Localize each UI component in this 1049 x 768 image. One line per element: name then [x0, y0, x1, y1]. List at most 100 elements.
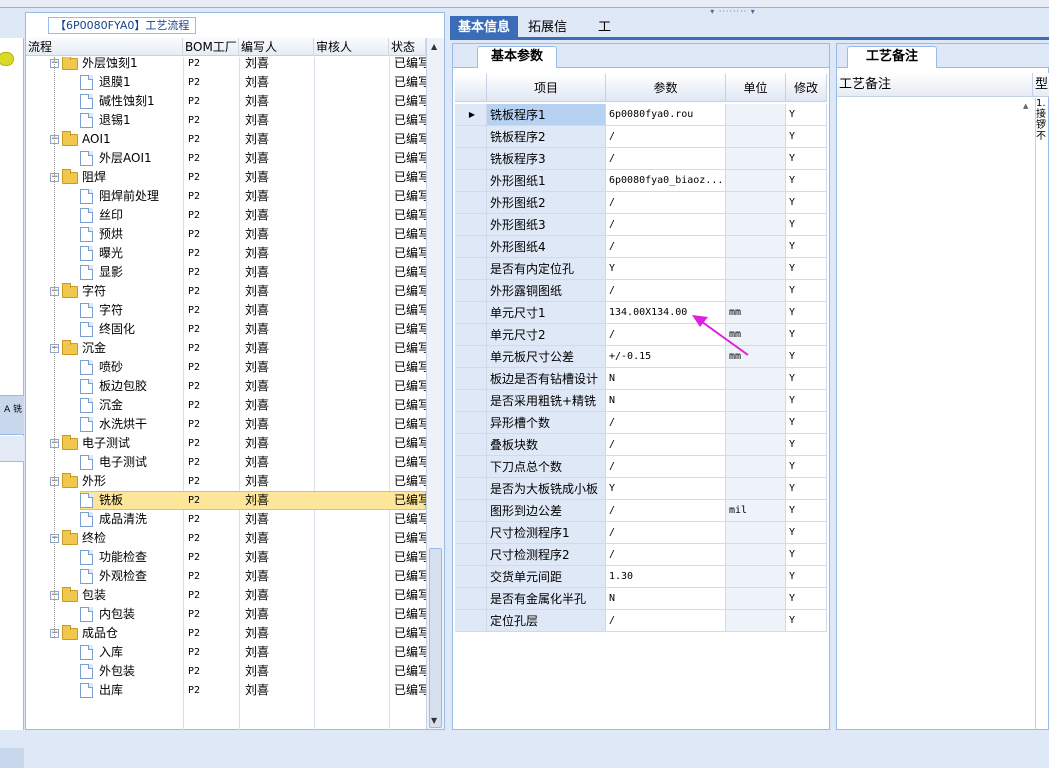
col-header-process[interactable]: 流程	[26, 38, 183, 56]
tree-row[interactable]: 铣板 P2 刘喜 已编写	[26, 491, 426, 510]
row-indicator[interactable]	[455, 500, 487, 522]
tree-scrollbar[interactable]: ▲ ▼	[426, 38, 444, 729]
row-indicator[interactable]	[455, 544, 487, 566]
row-indicator[interactable]	[455, 566, 487, 588]
col-header-bom[interactable]: BOM工厂	[183, 38, 239, 56]
col-header-reviewer[interactable]: 审核人	[314, 38, 389, 56]
col-header-author[interactable]: 编写人	[239, 38, 314, 56]
param-cell-value[interactable]: N	[606, 390, 726, 412]
row-indicator[interactable]	[455, 148, 487, 170]
param-cell-value[interactable]: /	[606, 522, 726, 544]
notes-col2-header[interactable]: 型	[1035, 73, 1049, 97]
param-cell-value[interactable]: N	[606, 588, 726, 610]
tree-row[interactable]: − 包装 P2 刘喜 已编写	[26, 586, 426, 605]
row-indicator[interactable]	[455, 236, 487, 258]
param-cell-value[interactable]: Y	[606, 258, 726, 280]
tree-row[interactable]: 成品清洗 P2 刘喜 已编写	[26, 510, 426, 529]
param-row[interactable]: 外形图纸4/ Y	[455, 236, 827, 258]
tab-work-hours[interactable]: 工时	[590, 16, 630, 59]
tree-row[interactable]: 出库 P2 刘喜 已编写	[26, 681, 426, 700]
row-indicator[interactable]	[455, 434, 487, 456]
param-cell-value[interactable]: /	[606, 610, 726, 632]
param-row[interactable]: 交货单元间距 1.30 Y	[455, 566, 827, 588]
grid-header-unit[interactable]: 单位	[726, 74, 786, 102]
row-indicator[interactable]	[455, 346, 487, 368]
param-row[interactable]: 下刀点总个数 / Y	[455, 456, 827, 478]
tree-row[interactable]: − 字符 P2 刘喜 已编写	[26, 282, 426, 301]
param-row[interactable]: 是否有金属化半孔 N Y	[455, 588, 827, 610]
tree-row[interactable]: 电子测试 P2 刘喜 已编写	[26, 453, 426, 472]
tree-row[interactable]: 退膜1 P2 刘喜 已编写	[26, 73, 426, 92]
grid-header-item[interactable]: 项目	[487, 74, 606, 102]
tab-basic-params[interactable]: 基本参数	[477, 46, 557, 68]
param-row[interactable]: 尺寸检测程序2/ Y	[455, 544, 827, 566]
scroll-thumb[interactable]	[429, 548, 442, 728]
param-cell-value[interactable]: 6p0080fya0_biaoz...	[606, 170, 726, 192]
tree-row[interactable]: − 外形 P2 刘喜 已编写	[26, 472, 426, 491]
tree-row[interactable]: 内包装 P2 刘喜 已编写	[26, 605, 426, 624]
param-cell-value[interactable]: /	[606, 544, 726, 566]
top-splitter-handle[interactable]: ▾ ········ ▾	[700, 8, 766, 16]
param-cell-value[interactable]: /	[606, 236, 726, 258]
row-indicator[interactable]	[455, 610, 487, 632]
tree-row[interactable]: 退锡1 P2 刘喜 已编写	[26, 111, 426, 130]
tree-row[interactable]: − 电子测试 P2 刘喜 已编写	[26, 434, 426, 453]
row-indicator[interactable]	[455, 170, 487, 192]
tree-row[interactable]: 沉金 P2 刘喜 已编写	[26, 396, 426, 415]
col-header-status[interactable]: 状态	[389, 38, 426, 56]
row-indicator[interactable]	[455, 368, 487, 390]
tree-row[interactable]: 终固化 P2 刘喜 已编写	[26, 320, 426, 339]
param-cell-value[interactable]: /	[606, 214, 726, 236]
tree-row[interactable]: − 成品仓 P2 刘喜 已编写	[26, 624, 426, 643]
param-cell-value[interactable]: /	[606, 456, 726, 478]
tree-row[interactable]: 字符 P2 刘喜 已编写	[26, 301, 426, 320]
param-row[interactable]: 是否采用粗铣+精铣 N Y	[455, 390, 827, 412]
param-row[interactable]: 外形露铜图纸 / Y	[455, 280, 827, 302]
tree-row[interactable]: − 外层蚀刻1 P2 刘喜 已编写	[26, 57, 426, 73]
param-row[interactable]: 图形到边公差 / mil Y	[455, 500, 827, 522]
row-indicator[interactable]	[455, 412, 487, 434]
tree-row[interactable]: 板边包胶 P2 刘喜 已编写	[26, 377, 426, 396]
param-row[interactable]: 外形图纸3/ Y	[455, 214, 827, 236]
scroll-up-icon[interactable]: ▲	[1023, 102, 1028, 110]
param-cell-value[interactable]: 1.30	[606, 566, 726, 588]
row-indicator[interactable]	[455, 478, 487, 500]
param-cell-value[interactable]: /	[606, 280, 726, 302]
param-cell-value[interactable]: /	[606, 148, 726, 170]
scroll-down-icon[interactable]: ▼	[431, 716, 437, 725]
param-row[interactable]: 定位孔层 / Y	[455, 610, 827, 632]
param-row[interactable]: 单元尺寸2/mm Y	[455, 324, 827, 346]
param-cell-value[interactable]: /	[606, 192, 726, 214]
tree-row[interactable]: 外层AOI1 P2 刘喜 已编写	[26, 149, 426, 168]
row-indicator[interactable]	[455, 214, 487, 236]
tree-row[interactable]: − AOI1 P2 刘喜 已编写	[26, 130, 426, 149]
param-row[interactable]: 是否为大板铣成小板 Y Y	[455, 478, 827, 500]
param-row[interactable]: 铣板程序3/ Y	[455, 148, 827, 170]
tree-row[interactable]: 水洗烘干 P2 刘喜 已编写	[26, 415, 426, 434]
param-row[interactable]: 铣板程序2/ Y	[455, 126, 827, 148]
tree-row[interactable]: 碱性蚀刻1 P2 刘喜 已编写	[26, 92, 426, 111]
tree-row[interactable]: 曝光 P2 刘喜 已编写	[26, 244, 426, 263]
left-panel-band[interactable]: A 铣	[0, 395, 24, 435]
row-indicator[interactable]	[455, 280, 487, 302]
row-indicator[interactable]	[455, 588, 487, 610]
left-panel-row[interactable]	[0, 436, 24, 462]
row-indicator[interactable]	[455, 324, 487, 346]
tree-row[interactable]: 显影 P2 刘喜 已编写	[26, 263, 426, 282]
tree-row[interactable]: − 阻焊 P2 刘喜 已编写	[26, 168, 426, 187]
row-indicator[interactable]	[455, 456, 487, 478]
tree-row[interactable]: 预烘 P2 刘喜 已编写	[26, 225, 426, 244]
param-row[interactable]: 是否有内定位孔 Y Y	[455, 258, 827, 280]
tree-row[interactable]: 外观检查 P2 刘喜 已编写	[26, 567, 426, 586]
row-indicator[interactable]	[455, 258, 487, 280]
param-row[interactable]: 板边是否有钻槽设计 N Y	[455, 368, 827, 390]
param-row[interactable]: 外形图纸2/ Y	[455, 192, 827, 214]
param-cell-value[interactable]: 6p0080fya0.rou	[606, 104, 726, 126]
row-indicator[interactable]	[455, 126, 487, 148]
row-indicator[interactable]	[455, 192, 487, 214]
param-cell-value[interactable]: /	[606, 500, 726, 522]
row-indicator[interactable]	[455, 302, 487, 324]
tree-row[interactable]: 喷砂 P2 刘喜 已编写	[26, 358, 426, 377]
tree-row[interactable]: 入库 P2 刘喜 已编写	[26, 643, 426, 662]
param-row[interactable]: 叠板块数 / Y	[455, 434, 827, 456]
